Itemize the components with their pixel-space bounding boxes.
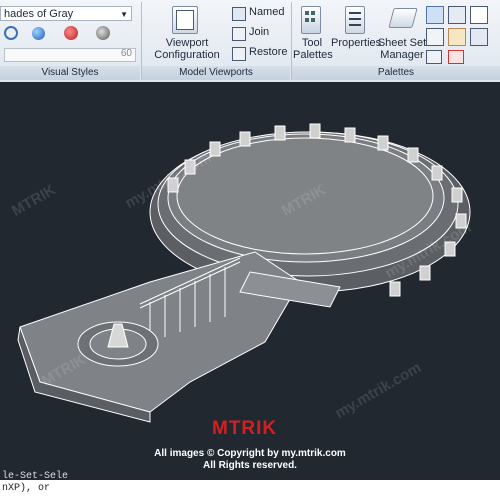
find-icon[interactable] — [426, 50, 442, 64]
command-history-text: nXP), or — [2, 483, 51, 494]
markup-icon[interactable] — [426, 6, 444, 24]
properties-icon — [345, 6, 365, 34]
tool-palettes-icon — [301, 6, 321, 34]
restore-label: Restore — [249, 46, 288, 58]
help-icon[interactable] — [448, 50, 464, 64]
join-label: Join — [249, 26, 270, 38]
visual-styles-panel-title[interactable]: Visual Styles — [0, 66, 140, 80]
tool-palettes-button[interactable]: Tool Palettes — [293, 4, 333, 64]
sphere-icon[interactable] — [32, 27, 45, 40]
join-icon — [232, 27, 246, 41]
sheet-set-manager-label: Sheet Set Manager — [377, 37, 427, 61]
tool-palettes-label: Tool Palettes — [293, 37, 333, 61]
sheet-set-manager-icon — [388, 8, 418, 28]
quickcalc-icon[interactable] — [448, 28, 466, 46]
model-viewports-panel-title: Model Viewports — [142, 66, 290, 80]
visual-style-slider[interactable]: 60 — [4, 48, 136, 62]
shade-icon[interactable] — [96, 26, 110, 40]
palettes-panel-title: Palettes — [292, 66, 500, 80]
layers-icon[interactable] — [470, 28, 488, 46]
visual-style-value: hades of Gray — [4, 8, 74, 20]
join-button[interactable]: Join — [232, 26, 292, 42]
named-button[interactable]: Named — [232, 6, 292, 22]
properties-label: Properties — [331, 37, 382, 49]
dbconnect-icon[interactable] — [426, 28, 444, 46]
properties-button[interactable]: Properties — [331, 4, 382, 64]
named-viewports-icon — [232, 7, 246, 21]
sheet-set-manager-button[interactable]: Sheet Set Manager — [377, 4, 427, 64]
command-line[interactable]: nXP), or le-Set-Sele — [0, 471, 500, 500]
wireframe-icon[interactable] — [4, 26, 18, 40]
copyright-line-1: All images © Copyright by my.mtrik.com — [154, 448, 346, 459]
drawing-viewport[interactable]: MTRIK my.mtrik.com MTRIK my.mtrik.com MT… — [0, 82, 500, 480]
small-palette-icons — [424, 4, 500, 64]
visual-style-dropdown[interactable]: hades of Gray ▼ — [0, 6, 132, 21]
slider-value: 60 — [120, 48, 132, 59]
chevron-down-icon: ▼ — [120, 10, 128, 19]
copyright-line-2: All Rights reserved. — [203, 460, 297, 471]
viewport-configuration-label: Viewport Configuration — [154, 37, 220, 61]
design-center-icon[interactable] — [470, 6, 488, 24]
command-history-text-2: le-Set-Sele — [2, 471, 69, 482]
named-label: Named — [249, 6, 285, 18]
mtrik-logo: MTRIK — [212, 418, 278, 439]
viewport-configuration-button[interactable]: Viewport Configuration — [150, 4, 224, 64]
viewport-configuration-icon — [172, 6, 198, 34]
ribbon: hades of Gray ▼ 60 Visual Styles Viewpor… — [0, 0, 500, 83]
visual-style-tools — [4, 26, 142, 42]
copyright-notice: All images © Copyright by my.mtrik.com A… — [148, 448, 352, 472]
restore-icon — [232, 47, 246, 61]
restore-button[interactable]: Restore — [232, 46, 292, 62]
calculator-icon[interactable] — [448, 6, 466, 24]
pen-icon[interactable] — [64, 26, 78, 40]
